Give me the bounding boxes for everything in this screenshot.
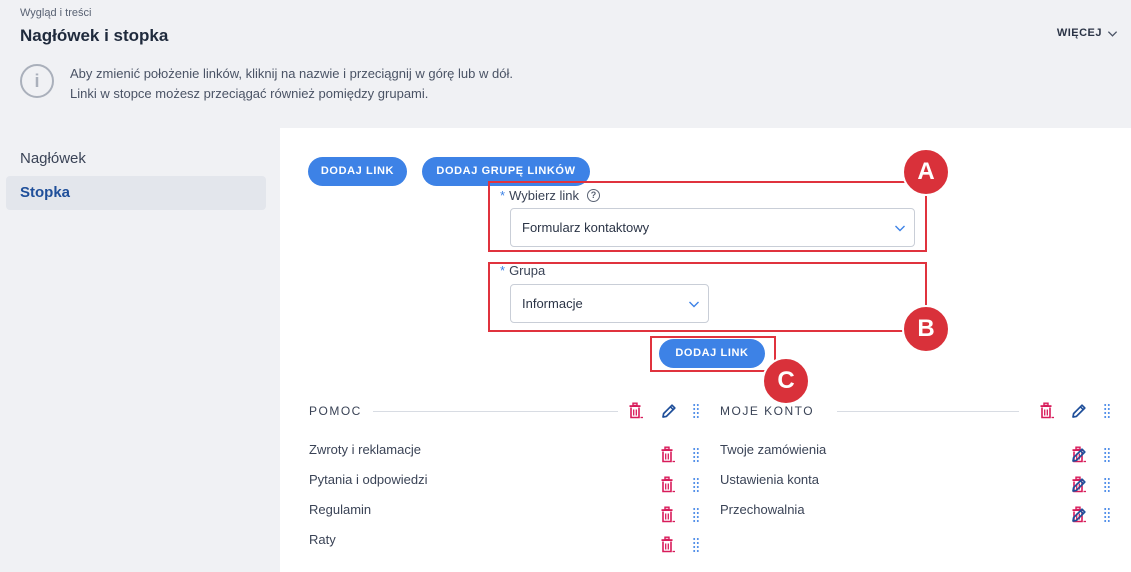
trash-icon[interactable] [659, 446, 677, 464]
main-panel: DODAJ LINK DODAJ GRUPĘ LINKÓW * Wybierz … [280, 128, 1131, 572]
add-link-button[interactable]: DODAJ LINK [308, 157, 407, 186]
pencil-icon[interactable] [1070, 506, 1088, 524]
group-title-pomoc: POMOC [309, 404, 362, 418]
highlight-c [650, 336, 776, 372]
list-item[interactable]: Przechowalnia [720, 502, 805, 517]
pencil-icon[interactable] [1070, 402, 1088, 420]
breadcrumb[interactable]: Wygląd i treści [20, 7, 91, 19]
sidebar-item-stopka[interactable]: Stopka [6, 176, 266, 210]
drag-handle-icon[interactable] [1098, 506, 1116, 524]
sidebar-item-naglowek[interactable]: Nagłówek [6, 142, 266, 176]
info-line-2: Linki w stopce możesz przeciągać również… [70, 86, 429, 101]
divider [837, 411, 1019, 412]
trash-icon[interactable] [627, 402, 645, 420]
pencil-icon[interactable] [1070, 446, 1088, 464]
pencil-icon[interactable] [660, 402, 678, 420]
list-item[interactable]: Ustawienia konta [720, 472, 819, 487]
divider [373, 411, 618, 412]
more-label: WIĘCEJ [1056, 27, 1102, 39]
drag-handle-icon[interactable] [687, 446, 705, 464]
drag-handle-icon[interactable] [687, 402, 705, 420]
page-title: Nagłówek i stopka [20, 26, 169, 45]
list-item[interactable]: Regulamin [309, 502, 371, 517]
trash-icon[interactable] [659, 506, 677, 524]
trash-icon[interactable] [1038, 402, 1056, 420]
info-line-1: Aby zmienić położenie linków, kliknij na… [70, 66, 513, 81]
info-icon: i [20, 64, 54, 98]
trash-icon[interactable] [659, 476, 677, 494]
list-item[interactable]: Twoje zamówienia [720, 442, 826, 457]
list-item[interactable]: Raty [309, 532, 336, 547]
chevron-down-icon [1107, 30, 1118, 37]
highlight-b [488, 262, 927, 332]
pencil-icon[interactable] [1070, 476, 1088, 494]
more-dropdown[interactable]: WIĘCEJ [1057, 27, 1118, 39]
badge-a: A [902, 148, 950, 196]
info-box: i Aby zmienić położenie linków, kliknij … [20, 64, 513, 104]
badge-c: C [762, 357, 810, 405]
trash-icon[interactable] [659, 536, 677, 554]
list-item[interactable]: Pytania i odpowiedzi [309, 472, 428, 487]
list-item[interactable]: Zwroty i reklamacje [309, 442, 421, 457]
drag-handle-icon[interactable] [687, 476, 705, 494]
drag-handle-icon[interactable] [1098, 446, 1116, 464]
drag-handle-icon[interactable] [1098, 402, 1116, 420]
badge-b: B [902, 305, 950, 353]
info-text: Aby zmienić położenie linków, kliknij na… [70, 64, 513, 104]
drag-handle-icon[interactable] [687, 536, 705, 554]
drag-handle-icon[interactable] [687, 506, 705, 524]
drag-handle-icon[interactable] [1098, 476, 1116, 494]
group-title-moje-konto: MOJE KONTO [720, 404, 815, 418]
highlight-a [488, 181, 927, 252]
